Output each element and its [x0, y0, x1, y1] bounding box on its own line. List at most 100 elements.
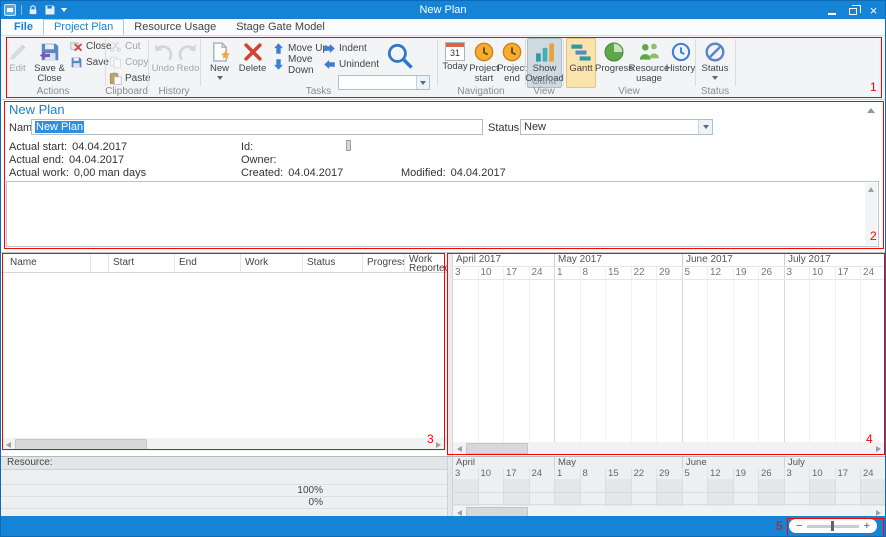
arrow-down-icon	[272, 58, 285, 71]
close-window-button[interactable]: ×	[863, 1, 884, 19]
scroll-right-icon[interactable]	[432, 438, 445, 451]
column-header-progress[interactable]: Progress	[363, 254, 405, 272]
tab-project-plan[interactable]: Project Plan	[43, 19, 124, 35]
gantt-grid-column	[479, 280, 505, 442]
tab-file[interactable]: File	[4, 19, 43, 35]
resource-week: 17	[836, 468, 862, 479]
lock-icon[interactable]	[27, 4, 39, 16]
progress-view-button[interactable]: Progress	[597, 38, 631, 88]
gantt-chart: April 2017 May 2017 June 2017 July 2017 …	[453, 253, 885, 456]
search-icon[interactable]	[386, 42, 414, 70]
resource-area: Resource: 100% 0% April May June July 3 …	[1, 456, 885, 518]
column-header-status[interactable]: Status	[303, 254, 363, 272]
delete-task-button[interactable]: Delete	[237, 38, 268, 88]
description-field[interactable]	[6, 181, 879, 247]
scroll-right-icon[interactable]	[872, 442, 885, 455]
project-end-button[interactable]: Project end	[499, 38, 525, 88]
today-label: Today	[442, 62, 467, 72]
resource-timeline-pane: April May June July 3 10 17 24 1 8 15 22…	[453, 457, 885, 519]
save-and-close-button[interactable]: Save & Close	[32, 38, 67, 88]
actual-work-label: Actual work:	[9, 167, 69, 179]
gantt-grid-column	[581, 280, 607, 442]
app-icon[interactable]	[4, 4, 16, 16]
scroll-left-icon[interactable]	[453, 442, 466, 455]
resource-usage-view-label: Resource usage	[629, 64, 670, 84]
tab-stage-gate-model[interactable]: Stage Gate Model	[226, 19, 335, 35]
project-start-button[interactable]: Project start	[470, 38, 498, 88]
zoom-slider-thumb[interactable]	[831, 521, 834, 531]
name-input[interactable]: New Plan	[31, 119, 483, 135]
gantt-grid-column	[810, 280, 836, 442]
scrollbar-thumb[interactable]	[466, 443, 528, 454]
zoom-out-button[interactable]: −	[796, 520, 802, 533]
gantt-week: 1	[555, 267, 581, 279]
chevron-down-icon	[703, 125, 709, 129]
new-task-button[interactable]: New	[204, 38, 235, 88]
status-combobox[interactable]: New	[520, 119, 713, 135]
column-header-icon[interactable]	[91, 254, 109, 272]
close-plan-icon	[70, 40, 83, 53]
column-header-start[interactable]: Start	[109, 254, 175, 272]
history-clock-icon	[670, 41, 692, 63]
gantt-month-header: April 2017 May 2017 June 2017 July 2017	[453, 254, 885, 267]
gantt-week: 12	[708, 267, 734, 279]
status-circle-icon	[704, 41, 726, 63]
history-view-label: History	[666, 64, 696, 74]
resource-month: April	[453, 457, 555, 468]
status-button[interactable]: Status	[698, 38, 732, 88]
actual-start-label: Actual start:	[9, 141, 67, 153]
group-label-view: View	[563, 87, 695, 97]
unindent-button[interactable]: Unindent	[321, 57, 379, 72]
close-plan-button[interactable]: Close	[68, 39, 105, 54]
tab-resource-usage[interactable]: Resource Usage	[124, 19, 226, 35]
gantt-grid-column	[734, 280, 760, 442]
task-grid-header: Name Start End Work Status Progress Work…	[1, 254, 447, 273]
task-grid-hscrollbar[interactable]	[2, 438, 445, 451]
gantt-view-button[interactable]: Gantt	[566, 38, 596, 88]
id-label: Id:	[241, 141, 253, 153]
app-window: New Plan × File Project Plan Resource Us…	[0, 0, 886, 537]
save-icon[interactable]	[44, 4, 56, 16]
gantt-split-area: Name Start End Work Status Progress Work…	[1, 252, 885, 456]
modified-label: Modified:	[401, 167, 446, 179]
gantt-timeline-body[interactable]	[453, 280, 885, 442]
minimize-button[interactable]	[821, 1, 842, 19]
paste-button[interactable]: Paste	[107, 71, 147, 86]
clock-icon	[473, 41, 495, 63]
description-scrollbar[interactable]	[865, 183, 877, 245]
edit-button: Edit	[4, 38, 31, 88]
today-button[interactable]: 31 Today	[441, 38, 469, 88]
column-header-work[interactable]: Work	[241, 254, 303, 272]
chevron-down-icon	[712, 76, 718, 80]
gantt-week: 19	[734, 267, 760, 279]
group-separator	[735, 39, 736, 86]
column-header-work-reported[interactable]: Work Reported	[405, 254, 447, 272]
gantt-month: April 2017	[453, 254, 555, 266]
scroll-up-icon[interactable]	[868, 187, 874, 192]
restore-button[interactable]	[842, 1, 863, 19]
created-label: Created:	[241, 167, 283, 179]
zoom-in-button[interactable]: +	[864, 520, 870, 533]
history-view-button[interactable]: History	[667, 38, 694, 88]
zoom-slider[interactable]	[807, 525, 858, 528]
scroll-left-icon[interactable]	[2, 438, 15, 451]
resource-usage-view-button[interactable]: Resource usage	[632, 38, 666, 88]
indent-button[interactable]: Indent	[321, 41, 379, 56]
copy-icon	[109, 56, 122, 69]
column-header-name[interactable]: Name	[1, 254, 91, 272]
qat-dropdown-icon[interactable]	[61, 8, 67, 12]
scrollbar-thumb[interactable]	[15, 439, 147, 450]
collapse-panel-icon[interactable]	[867, 108, 875, 113]
save-button[interactable]: Save	[68, 55, 105, 70]
gantt-hscrollbar[interactable]	[453, 442, 885, 455]
modified-value: 04.04.2017	[451, 167, 506, 179]
group-label-actions: Actions	[1, 87, 105, 97]
resource-month: June	[683, 457, 785, 468]
gantt-grid-column	[555, 280, 581, 442]
resource-week: 5	[683, 468, 709, 479]
name-value: New Plan	[35, 121, 84, 133]
gantt-grid-column	[708, 280, 734, 442]
scissors-icon	[109, 40, 122, 53]
column-header-end[interactable]: End	[175, 254, 241, 272]
status-combo-dropdown[interactable]	[698, 120, 712, 134]
